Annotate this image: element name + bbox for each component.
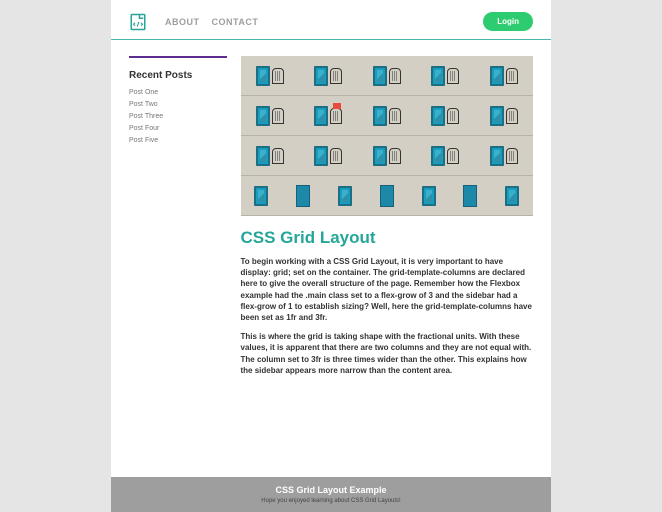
sidebar-item-post-two[interactable]: Post Two — [129, 101, 227, 108]
sidebar: Recent Posts Post One Post Two Post Thre… — [129, 56, 227, 469]
article-body: To begin working with a CSS Grid Layout,… — [241, 256, 534, 384]
sidebar-item-post-three[interactable]: Post Three — [129, 113, 227, 120]
nav: ABOUT CONTACT — [165, 17, 483, 27]
login-button[interactable]: Login — [483, 12, 533, 31]
sidebar-item-post-five[interactable]: Post Five — [129, 137, 227, 144]
sidebar-heading: Recent Posts — [129, 70, 227, 81]
sidebar-item-post-one[interactable]: Post One — [129, 89, 227, 96]
article-title: CSS Grid Layout — [241, 228, 534, 248]
paragraph-1: To begin working with a CSS Grid Layout,… — [241, 256, 534, 323]
footer-subtitle: Hope you enjoyed learning about CSS Grid… — [111, 498, 551, 504]
footer: CSS Grid Layout Example Hope you enjoyed… — [111, 477, 551, 512]
header: ABOUT CONTACT Login — [111, 0, 551, 40]
paragraph-2: This is where the grid is taking shape w… — [241, 331, 534, 376]
main-grid: Recent Posts Post One Post Two Post Thre… — [111, 40, 551, 469]
footer-title: CSS Grid Layout Example — [111, 485, 551, 495]
hero-image — [241, 56, 534, 216]
article: CSS Grid Layout To begin working with a … — [241, 56, 534, 469]
nav-about[interactable]: ABOUT — [165, 17, 200, 27]
logo-icon — [129, 13, 147, 31]
sidebar-item-post-four[interactable]: Post Four — [129, 125, 227, 132]
nav-contact[interactable]: CONTACT — [212, 17, 259, 27]
sidebar-list: Post One Post Two Post Three Post Four P… — [129, 89, 227, 144]
